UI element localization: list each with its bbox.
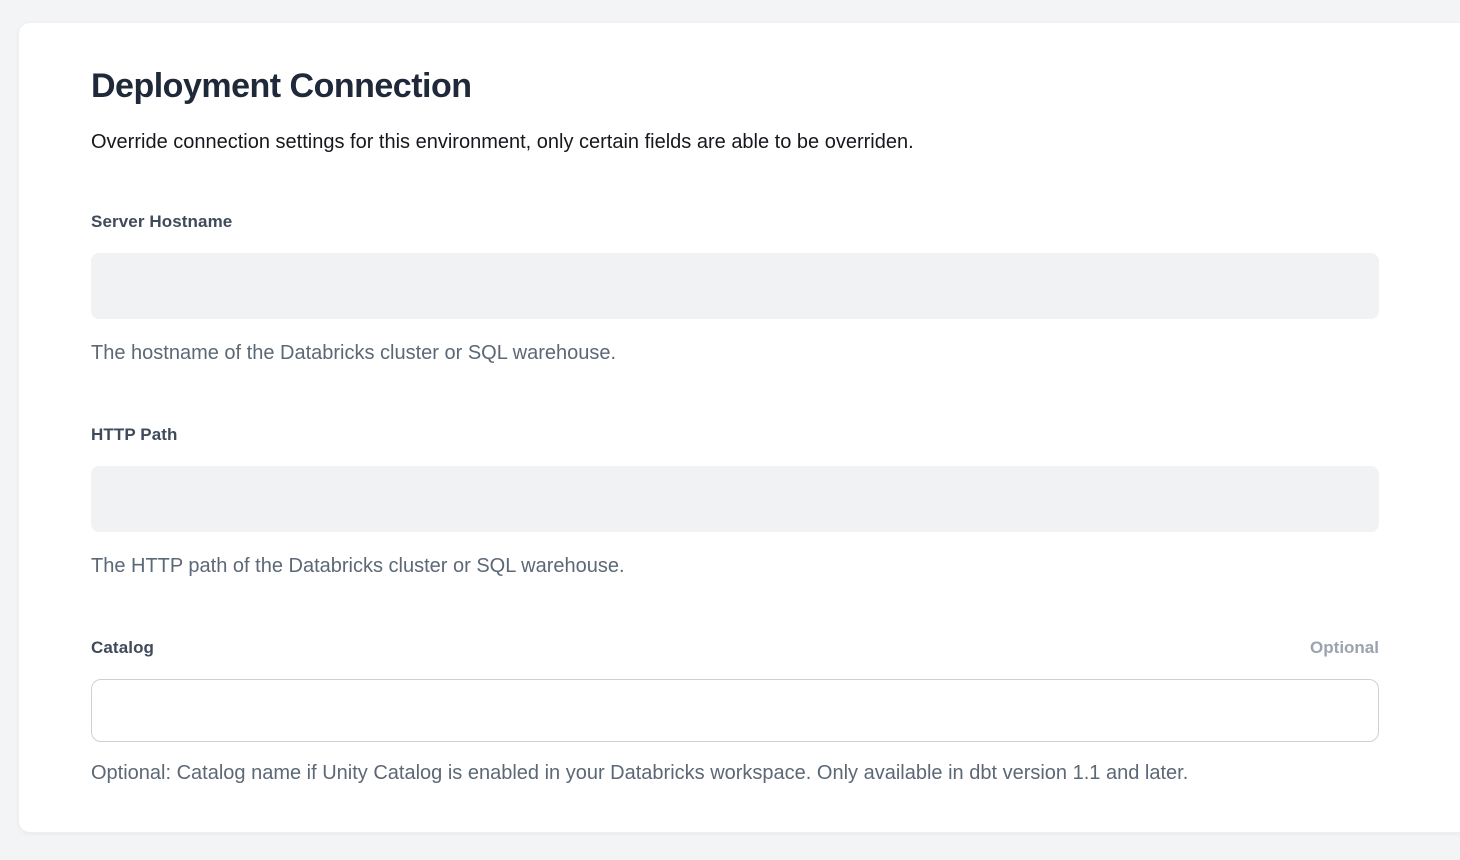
page-subtitle: Override connection settings for this en… [91,129,1379,155]
server-hostname-label: Server Hostname [91,212,232,232]
http-path-label: HTTP Path [91,425,178,445]
server-hostname-input [91,253,1379,319]
catalog-label: Catalog [91,638,154,658]
http-path-help: The HTTP path of the Databricks cluster … [91,555,1379,578]
server-hostname-help: The hostname of the Databricks cluster o… [91,342,1379,365]
catalog-help: Optional: Catalog name if Unity Catalog … [91,762,1379,785]
http-path-input [91,466,1379,532]
page-title: Deployment Connection [91,67,1379,105]
deployment-connection-card: Deployment Connection Override connectio… [18,22,1460,833]
server-hostname-section: Server Hostname The hostname of the Data… [91,212,1379,365]
catalog-input[interactable] [91,679,1379,742]
catalog-optional-flag: Optional [1310,638,1379,658]
http-path-section: HTTP Path The HTTP path of the Databrick… [91,425,1379,578]
catalog-section: Catalog Optional Optional: Catalog name … [91,638,1379,785]
